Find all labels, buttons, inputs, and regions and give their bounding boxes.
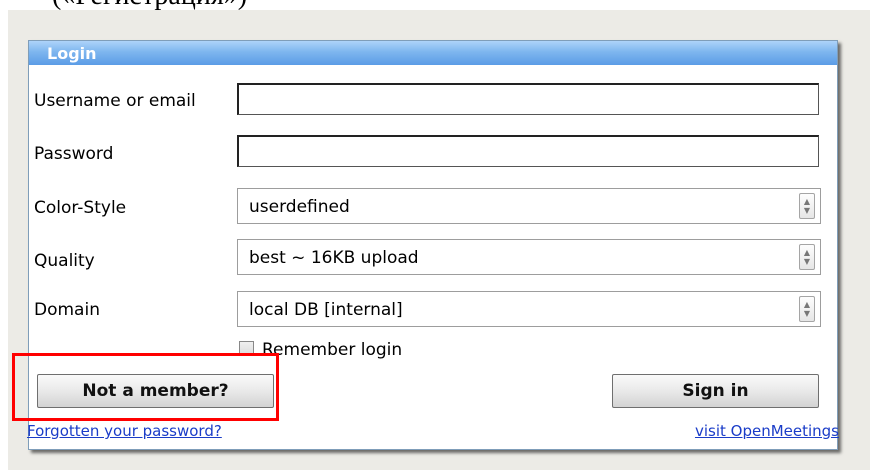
visit-openmeetings-link[interactable]: visit OpenMeetings	[695, 422, 839, 440]
login-title-bar[interactable]: Login	[29, 41, 837, 65]
spinner-up-icon: ▲	[803, 197, 811, 206]
quality-spinner[interactable]: ▲ ▼	[799, 244, 815, 270]
sign-in-button[interactable]: Sign in	[612, 374, 819, 408]
spinner-up-icon: ▲	[803, 300, 811, 309]
color-style-spinner[interactable]: ▲ ▼	[799, 193, 815, 219]
domain-label: Domain	[34, 300, 100, 320]
username-input[interactable]	[237, 83, 819, 115]
remember-login-label[interactable]: Remember login	[262, 340, 402, 360]
password-label: Password	[34, 144, 114, 164]
login-title: Login	[47, 44, 97, 63]
domain-spinner[interactable]: ▲ ▼	[799, 296, 815, 322]
remember-login-checkbox[interactable]	[239, 341, 254, 356]
not-a-member-button[interactable]: Not a member?	[37, 374, 274, 408]
color-style-value: userdefined	[249, 197, 350, 217]
spinner-down-icon: ▼	[803, 257, 811, 266]
quality-label: Quality	[34, 251, 95, 271]
forgot-password-link[interactable]: Forgotten your password?	[27, 422, 222, 440]
login-panel: Login Username or email Password Color-S…	[27, 40, 839, 450]
color-style-label: Color-Style	[34, 198, 127, 218]
spinner-up-icon: ▲	[803, 248, 811, 257]
quality-value: best ~ 16KB upload	[249, 248, 419, 268]
color-style-select[interactable]: userdefined ▲ ▼	[237, 188, 821, 224]
spinner-down-icon: ▼	[803, 309, 811, 318]
spinner-down-icon: ▼	[803, 206, 811, 215]
domain-select[interactable]: local DB [internal] ▲ ▼	[237, 291, 821, 327]
password-input[interactable]	[237, 135, 819, 167]
domain-value: local DB [internal]	[249, 300, 403, 320]
quality-select[interactable]: best ~ 16KB upload ▲ ▼	[237, 239, 821, 275]
username-label: Username or email	[34, 91, 196, 111]
